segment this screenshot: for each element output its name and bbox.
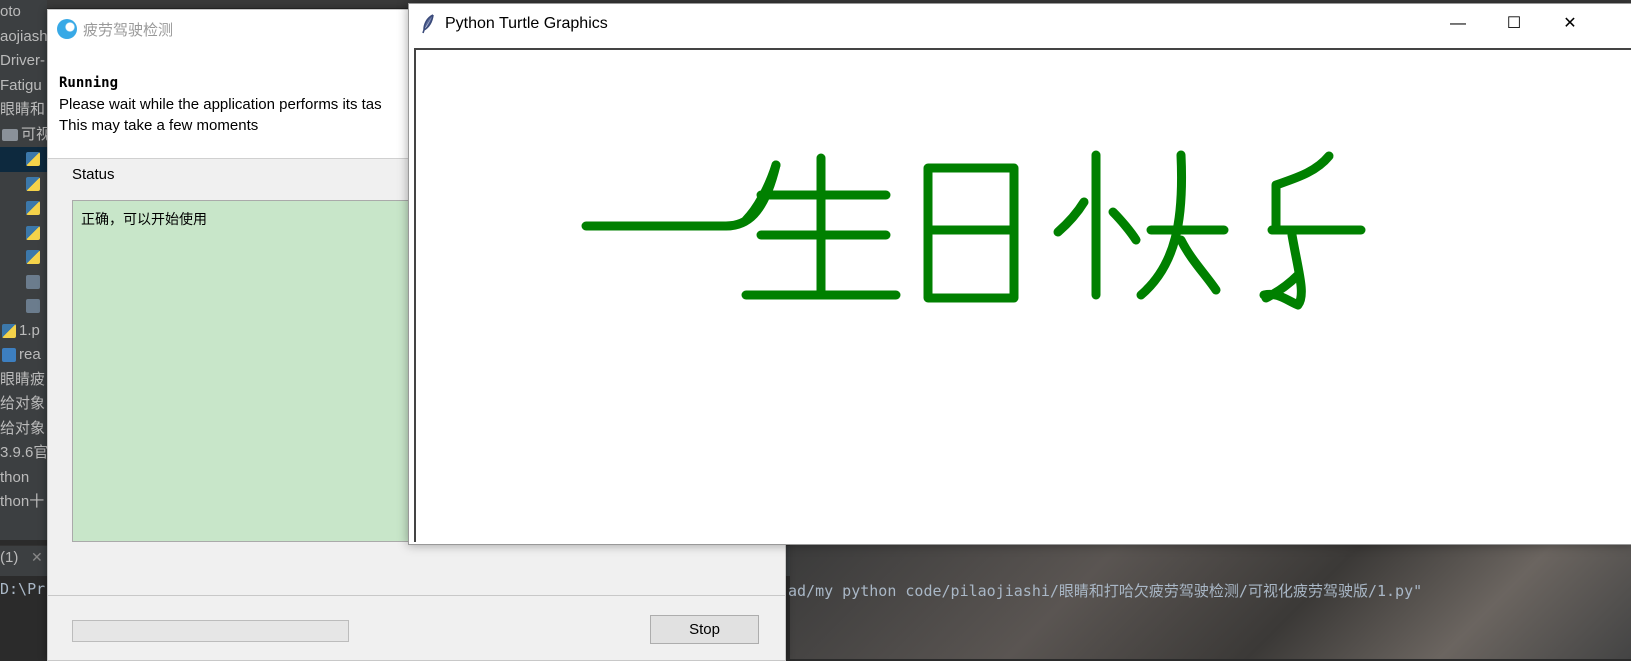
tree-item[interactable]: thon xyxy=(0,466,47,491)
progress-bar xyxy=(72,620,349,642)
tree-item-label: thon xyxy=(0,468,30,486)
unknown-file-icon xyxy=(26,274,40,289)
tree-item[interactable] xyxy=(0,196,47,221)
python-file-icon xyxy=(26,201,40,216)
tree-item-label: 给对象 xyxy=(0,419,46,437)
tree-item-label: Fatigu xyxy=(0,76,42,94)
stroke-kuai-5 xyxy=(1136,150,1187,300)
python-file-icon xyxy=(26,250,40,265)
heading: Running xyxy=(59,75,119,91)
divider xyxy=(48,595,785,596)
markdown-file-icon xyxy=(2,348,16,363)
console-command-end: ad/my python code/pilaojiashi/眼睛和打哈欠疲劳驾驶… xyxy=(788,582,1423,600)
tree-item[interactable]: 可视 xyxy=(0,123,47,148)
tree-item-label: aojiash xyxy=(0,27,47,45)
stop-button[interactable]: Stop xyxy=(650,615,759,644)
turtle-drawing xyxy=(581,150,1366,310)
tree-item[interactable]: 1.p xyxy=(0,319,47,344)
run-tab[interactable]: (1) xyxy=(0,549,18,566)
close-button[interactable]: ✕ xyxy=(1547,7,1593,41)
status-text: 正确，可以开始使用 xyxy=(81,211,207,227)
tree-item-label: 眼睛和 xyxy=(0,101,46,118)
tree-item-label: oto xyxy=(0,3,21,20)
tree-item-label: thon十 xyxy=(0,493,45,510)
dialog-title: 疲劳驾驶检测 xyxy=(83,22,174,39)
tree-item[interactable]: 眼睛疲 xyxy=(0,368,47,393)
tree-item-label: 3.9.6官 xyxy=(0,444,47,461)
console-command-start: D:\Pr xyxy=(0,580,46,598)
tree-item-label: 眼睛疲 xyxy=(0,370,46,388)
stroke-kuai-3 xyxy=(1108,207,1141,245)
tree-item-label: Driver- xyxy=(0,52,45,69)
tree-item[interactable]: 给对象 xyxy=(0,417,47,442)
python-file-icon xyxy=(26,176,40,191)
feather-icon xyxy=(422,14,434,34)
stroke-kuai-1 xyxy=(1053,197,1089,237)
turtle-titlebar[interactable]: Python Turtle Graphics — ☐ ✕ xyxy=(409,4,1631,44)
tree-item[interactable] xyxy=(0,270,47,295)
minimize-button[interactable]: — xyxy=(1435,7,1481,41)
tree-item[interactable]: oto xyxy=(0,0,47,25)
maximize-button[interactable]: ☐ xyxy=(1491,7,1537,41)
tree-item[interactable]: thon十 xyxy=(0,490,47,515)
tree-item[interactable]: Driver- xyxy=(0,49,47,74)
python-file-icon xyxy=(26,225,40,240)
tree-item[interactable] xyxy=(0,147,47,172)
tree-item[interactable] xyxy=(0,172,47,197)
tree-item[interactable]: Fatigu xyxy=(0,74,47,99)
python-file-icon xyxy=(26,152,40,167)
project-tree: oto aojiash Driver- Fatigu 眼睛和可视 1.p rea 眼睛疲给对象… xyxy=(0,0,47,540)
stroke-kuai-6 xyxy=(1176,235,1221,295)
turtle-canvas[interactable] xyxy=(414,48,1631,542)
tree-item-label: 给对象 xyxy=(0,395,46,412)
tree-item[interactable]: 给对象 xyxy=(0,392,47,417)
turtle-window: Python Turtle Graphics — ☐ ✕ xyxy=(408,3,1631,545)
stroke-le-1 xyxy=(1271,151,1334,235)
turtle-title: Python Turtle Graphics xyxy=(445,15,608,32)
tree-item[interactable]: 3.9.6官 xyxy=(0,441,47,466)
tree-item[interactable] xyxy=(0,294,47,319)
description-line-2: This may take a few moments xyxy=(59,117,259,134)
close-icon[interactable]: ✕ xyxy=(31,549,43,566)
tree-item[interactable] xyxy=(0,221,47,246)
tree-item[interactable] xyxy=(0,245,47,270)
tree-item[interactable]: rea xyxy=(0,343,47,368)
unknown-file-icon xyxy=(26,299,40,314)
status-label: Status xyxy=(72,166,115,183)
folder-icon xyxy=(2,128,18,141)
tree-item[interactable]: aojiash xyxy=(0,25,47,50)
tree-item-label: 1.p xyxy=(19,321,40,339)
tree-item-label: rea xyxy=(19,346,41,363)
app-logo-icon xyxy=(57,19,77,39)
tree-item[interactable]: 眼睛和 xyxy=(0,98,47,123)
description-line-1: Please wait while the application perfor… xyxy=(59,96,382,113)
python-file-icon xyxy=(2,323,16,338)
tree-item-label: 可视 xyxy=(21,125,47,143)
